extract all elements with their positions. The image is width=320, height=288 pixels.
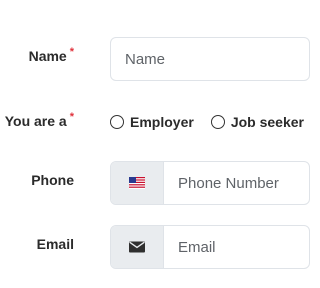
radio-employer-circle[interactable] [110, 115, 124, 129]
email-input[interactable] [164, 226, 309, 268]
phone-input-group [110, 161, 310, 205]
email-input-group [110, 225, 310, 269]
name-label: Name * [28, 46, 74, 64]
name-input[interactable] [110, 37, 310, 81]
phone-label-text: Phone [31, 172, 74, 188]
required-asterisk: * [69, 46, 74, 58]
required-asterisk: * [69, 111, 74, 123]
radio-job-seeker[interactable]: Job seeker [210, 114, 304, 130]
name-label-text: Name [28, 48, 67, 64]
role-radio-group: Employer Job seeker [110, 113, 320, 131]
radio-job-seeker-label: Job seeker [230, 114, 304, 130]
us-flag-icon [129, 177, 145, 189]
radio-employer-label: Employer [130, 114, 194, 130]
phone-input[interactable] [164, 162, 309, 204]
role-label-text: You are a [4, 113, 67, 129]
radio-job-seeker-circle[interactable] [210, 115, 225, 129]
role-label: You are a * [4, 111, 74, 129]
phone-label: Phone [31, 172, 74, 188]
email-label: Email [37, 236, 74, 252]
email-addon [111, 226, 164, 268]
radio-employer[interactable]: Employer [110, 114, 194, 130]
envelope-icon [129, 241, 145, 253]
country-selector[interactable] [111, 162, 164, 204]
email-label-text: Email [36, 236, 74, 252]
